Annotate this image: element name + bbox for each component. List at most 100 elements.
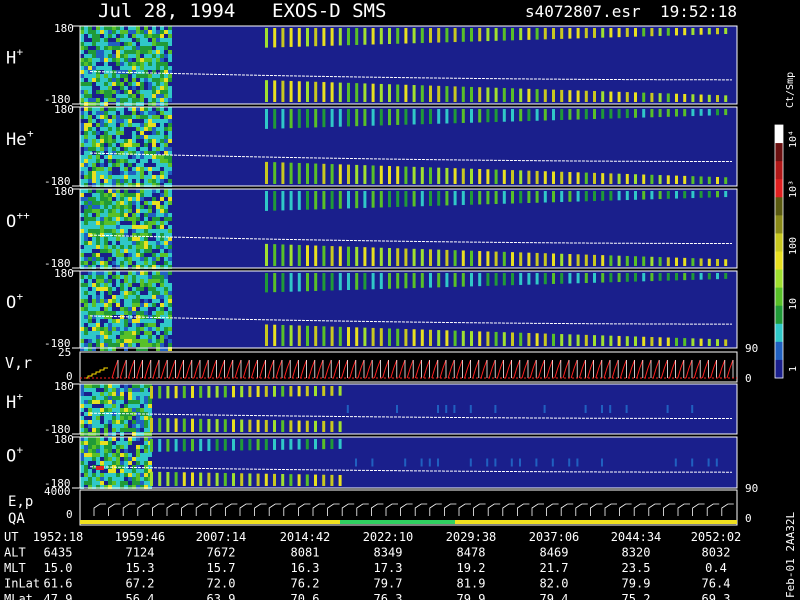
heatmap-cell: [136, 408, 140, 412]
heatmap-cell: [140, 461, 144, 465]
heatmap-cell: [136, 205, 140, 209]
heatmap-cell: [128, 303, 132, 307]
heatmap-stripe: [322, 420, 326, 432]
heatmap-cell: [128, 253, 132, 257]
heatmap-stripe: [273, 473, 276, 486]
heatmap-cell: [124, 339, 128, 343]
heatmap-cell: [144, 303, 148, 307]
heatmap-cell: [84, 86, 88, 90]
heatmap-cell: [100, 197, 104, 201]
heatmap-cell: [80, 127, 84, 131]
heatmap-cell: [144, 167, 148, 171]
heatmap-stripe: [593, 172, 596, 184]
heatmap-stripe: [461, 191, 465, 205]
heatmap-cell: [104, 205, 108, 209]
heatmap-stripe: [486, 28, 490, 42]
heatmap-stripe: [437, 405, 439, 413]
heatmap-cell: [104, 449, 108, 453]
heatmap-stripe: [363, 28, 367, 45]
heatmap-cell: [80, 441, 84, 445]
heatmap-stripe: [322, 326, 326, 346]
heatmap-cell: [88, 78, 92, 82]
heatmap-stripe: [429, 191, 432, 206]
heatmap-cell: [104, 477, 108, 481]
heatmap-cell: [152, 245, 156, 249]
heatmap-cell: [116, 26, 120, 30]
heatmap-cell: [112, 424, 116, 428]
heatmap-stripe: [273, 420, 276, 432]
heatmap-stripe: [494, 273, 498, 286]
heatmap-cell: [144, 404, 148, 408]
heatmap-cell: [124, 54, 128, 58]
heatmap-cell: [132, 437, 136, 441]
heatmap-cell: [160, 34, 164, 38]
heatmap-cell: [80, 86, 84, 90]
heatmap-cell: [124, 50, 128, 54]
heatmap-cell: [88, 62, 92, 66]
time-axis-value: 8032: [702, 546, 731, 560]
heatmap-cell: [144, 123, 148, 127]
colorbar-swatch: [775, 179, 783, 198]
heatmap-cell: [168, 245, 172, 249]
heatmap-cell: [100, 30, 104, 34]
heatmap-cell: [80, 465, 84, 469]
heatmap-cell: [132, 155, 136, 159]
heatmap-cell: [148, 287, 152, 291]
heatmap-stripe: [617, 255, 621, 266]
time-axis-value: 1952:18: [33, 530, 84, 544]
heatmap-cell: [112, 54, 116, 58]
heatmap-cell: [116, 319, 120, 323]
heatmap-cell: [96, 58, 100, 62]
heatmap-cell: [108, 179, 112, 183]
heatmap-cell: [148, 46, 152, 50]
heatmap-cell: [80, 343, 84, 347]
heatmap-cell: [124, 343, 128, 347]
heatmap-cell: [152, 50, 156, 54]
heatmap-cell: [136, 213, 140, 217]
heatmap-cell: [156, 115, 160, 119]
heatmap-cell: [96, 400, 100, 404]
heatmap-stripe: [322, 386, 326, 396]
heatmap-cell: [140, 86, 144, 90]
heatmap-cell: [80, 50, 84, 54]
heatmap-cell: [144, 408, 148, 412]
heatmap-cell: [116, 477, 120, 481]
heatmap-cell: [148, 275, 152, 279]
heatmap-cell: [108, 245, 112, 249]
heatmap-stripe: [273, 162, 277, 184]
heatmap-cell: [92, 445, 96, 449]
heatmap-cell: [84, 74, 88, 78]
heatmap-stripe: [699, 338, 703, 346]
heatmap-cell: [116, 197, 120, 201]
heatmap-stripe: [265, 161, 268, 184]
heatmap-stripe: [601, 91, 605, 102]
heatmap-cell: [112, 335, 116, 339]
heatmap-cell: [104, 127, 108, 131]
heatmap-cell: [96, 193, 100, 197]
heatmap-cell: [152, 111, 156, 115]
heatmap-cell: [108, 257, 112, 261]
heatmap-stripe: [305, 420, 309, 432]
heatmap-cell: [136, 155, 140, 159]
heatmap-cell: [120, 388, 124, 392]
heatmap-stripe: [511, 273, 514, 286]
heatmap-cell: [88, 159, 92, 163]
heatmap-cell: [160, 241, 164, 245]
heatmap-cell: [132, 319, 136, 323]
heatmap-cell: [80, 275, 84, 279]
heatmap-cell: [108, 151, 112, 155]
ep-right-low-tick: 0: [745, 512, 752, 525]
heatmap-cell: [148, 78, 152, 82]
heatmap-cell: [128, 159, 132, 163]
heatmap-cell: [84, 143, 88, 147]
heatmap-cell: [84, 420, 88, 424]
heatmap-cell: [104, 445, 108, 449]
heatmap-cell: [104, 155, 108, 159]
heatmap-cell: [132, 62, 136, 66]
heatmap-cell: [144, 295, 148, 299]
heatmap-stripe: [322, 439, 326, 450]
heatmap-cell: [128, 461, 132, 465]
heatmap-cell: [140, 303, 144, 307]
heatmap-cell: [104, 400, 108, 404]
heatmap-cell: [168, 147, 172, 151]
